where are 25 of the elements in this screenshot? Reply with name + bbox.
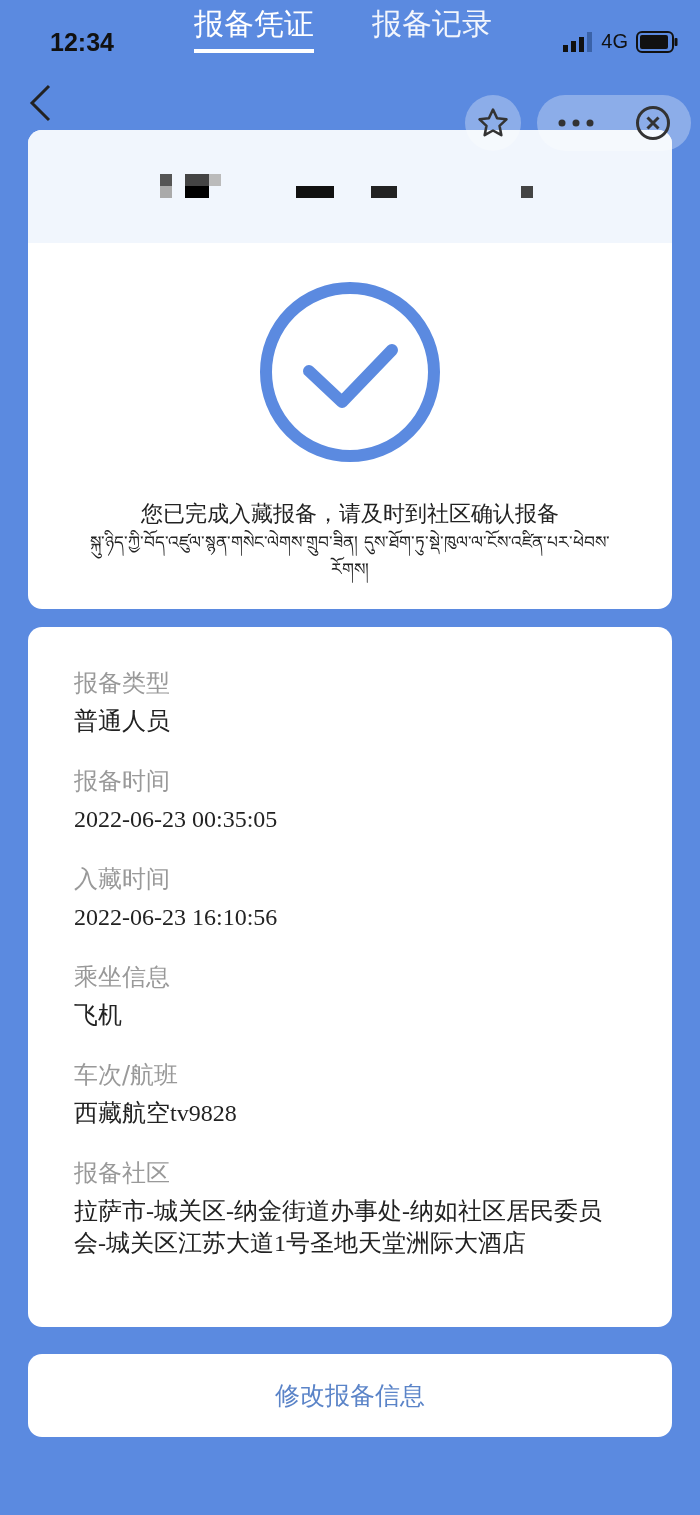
status-time: 12:34 bbox=[50, 28, 115, 57]
field-label: 报备社区 bbox=[74, 1158, 171, 1190]
close-icon bbox=[634, 105, 671, 141]
more-icon bbox=[557, 119, 594, 127]
tab[interactable]: 报备凭证 bbox=[194, 0, 314, 53]
field-label: 乘坐信息 bbox=[74, 962, 171, 994]
field-value: 飞机 bbox=[74, 1001, 123, 1031]
signal-icon bbox=[563, 31, 594, 52]
network-label: 4G bbox=[601, 30, 628, 53]
field-value: 普通人员 bbox=[74, 707, 171, 737]
field-label: 入藏时间 bbox=[74, 864, 171, 896]
back-icon[interactable] bbox=[28, 84, 52, 122]
field-label: 报备时间 bbox=[74, 766, 171, 798]
field-value: 西藏航空tv9828 bbox=[74, 1099, 238, 1129]
star-icon bbox=[476, 106, 510, 140]
check-circle-icon bbox=[259, 281, 441, 463]
field-label: 报备类型 bbox=[74, 668, 171, 700]
success-message: 您已完成入藏报备，请及时到社区确认报备 bbox=[141, 500, 559, 528]
field-value: 拉萨市-城关区-纳金街道办事处-纳如社区居民委员会-城关区江苏大道1号圣地天堂洲际大酒店 bbox=[74, 1197, 603, 1259]
edit-button[interactable]: 修改报备信息 bbox=[28, 1354, 672, 1438]
field-value: 2022-06-23 16:10:56 bbox=[74, 903, 279, 933]
field-label: 车次/航班 bbox=[74, 1060, 180, 1092]
field-value: 2022-06-23 00:35:05 bbox=[74, 805, 279, 835]
tab[interactable]: 报备记录 bbox=[372, 0, 492, 53]
battery-icon bbox=[636, 30, 678, 53]
